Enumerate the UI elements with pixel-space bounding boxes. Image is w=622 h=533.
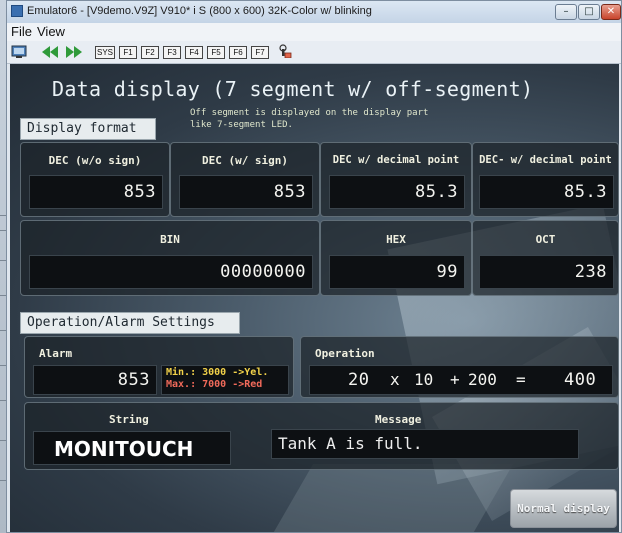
dec-nosign-display: 853 (29, 175, 163, 209)
menu-bar: File View (7, 23, 621, 41)
hmi-screen: Data display (7 segment w/ off-segment) … (10, 64, 619, 532)
toolbar: SYS F1 F2 F3 F4 F5 F6 F7 (7, 41, 621, 64)
dec-nosign-panel: DEC (w/o sign) 853 (20, 142, 170, 217)
dec-sign-panel: DEC (w/ sign) 853 (170, 142, 320, 217)
result-value: 400 (564, 370, 597, 390)
oct-panel: OCT 238 (472, 220, 619, 296)
note-line-1: Off segment is displayed on the display … (190, 108, 429, 118)
f6-button[interactable]: F6 (229, 46, 247, 59)
operation-title: Operation (315, 347, 375, 360)
minimize-icon: – (563, 6, 569, 17)
minimize-button[interactable]: – (555, 4, 577, 20)
note-line-2: like 7-segment LED. (190, 120, 293, 130)
panel-title: DEC (w/ sign) (201, 154, 289, 167)
alarm-max-text: Max.: 7000 ->Red (166, 379, 263, 390)
menu-file[interactable]: File (11, 24, 32, 39)
rewind-icon[interactable] (41, 45, 59, 59)
addend-value: 200 (468, 370, 497, 389)
maximize-icon: □ (584, 6, 594, 17)
alarm-thresholds: Min.: 3000 ->Yel. Max.: 7000 ->Red (161, 365, 289, 395)
panel-title: DEC (w/o sign) (48, 154, 142, 167)
app-icon (11, 5, 23, 17)
panel-title: OCT (535, 233, 556, 246)
normal-display-button[interactable]: Normal display (510, 489, 617, 528)
f3-button[interactable]: F3 (163, 46, 181, 59)
alarm-title: Alarm (39, 347, 73, 360)
message-title: Message (375, 413, 422, 426)
panel-title: DEC- w/ decimal point (479, 154, 612, 166)
screen-icon[interactable] (11, 45, 27, 59)
factor-value: 10 (414, 370, 434, 389)
alarm-min-text: Min.: 3000 ->Yel. (166, 367, 269, 378)
f7-button[interactable]: F7 (251, 46, 269, 59)
sys-button[interactable]: SYS (95, 46, 115, 59)
bin-panel: BIN 00000000 (20, 220, 320, 296)
operand-value: 20 (348, 370, 370, 390)
string-display: MONITOUCH (33, 431, 231, 465)
display-format-label: Display format (20, 118, 156, 140)
string-message-panel: String Message MONITOUCH Tank A is full. (24, 402, 619, 470)
operation-panel: Operation 20 x 10 + 200 = 400 (300, 336, 619, 398)
maximize-button[interactable]: □ (578, 4, 600, 20)
alarm-display: 853 (33, 365, 157, 395)
f5-button[interactable]: F5 (207, 46, 225, 59)
touch-pointer-icon[interactable] (277, 44, 293, 58)
operation-display: 20 x 10 + 200 = 400 (309, 365, 613, 395)
operation-alarm-label: Operation/Alarm Settings (20, 312, 240, 334)
dec-minus-point-panel: DEC- w/ decimal point 85.3 (472, 142, 619, 217)
f4-button[interactable]: F4 (185, 46, 203, 59)
forward-icon[interactable] (65, 45, 83, 59)
hex-panel: HEX 99 (320, 220, 472, 296)
plus-symbol: + (450, 370, 460, 389)
panel-title: BIN (160, 233, 180, 246)
title-bar[interactable]: Emulator6 - [V9demo.V9Z] V910* i S (800 … (7, 1, 621, 23)
oct-display: 238 (479, 255, 614, 289)
dec-minus-point-display: 85.3 (479, 175, 614, 209)
emulator-window: Emulator6 - [V9demo.V9Z] V910* i S (800 … (6, 0, 622, 533)
alarm-panel: Alarm 853 Min.: 3000 ->Yel. Max.: 7000 -… (24, 336, 294, 398)
dec-point-panel: DEC w/ decimal point 85.3 (320, 142, 472, 217)
menu-view[interactable]: View (37, 24, 65, 39)
string-title: String (109, 413, 149, 426)
description-note: Off segment is displayed on the display … (190, 107, 480, 131)
dec-point-display: 85.3 (329, 175, 465, 209)
close-button[interactable]: ✕ (601, 4, 621, 20)
panel-title: HEX (386, 233, 406, 246)
dec-sign-display: 853 (179, 175, 313, 209)
close-icon: ✕ (606, 6, 616, 17)
hex-display: 99 (329, 255, 465, 289)
bin-display: 00000000 (29, 255, 313, 289)
f2-button[interactable]: F2 (141, 46, 159, 59)
background-graphic (266, 464, 514, 532)
message-display: Tank A is full. (271, 429, 579, 459)
multiply-symbol: x (390, 370, 400, 389)
f1-button[interactable]: F1 (119, 46, 137, 59)
equals-symbol: = (516, 370, 526, 389)
panel-title: DEC w/ decimal point (332, 154, 460, 166)
window-title: Emulator6 - [V9demo.V9Z] V910* i S (800 … (27, 5, 372, 17)
page-title: Data display (7 segment w/ off-segment) (52, 77, 534, 101)
